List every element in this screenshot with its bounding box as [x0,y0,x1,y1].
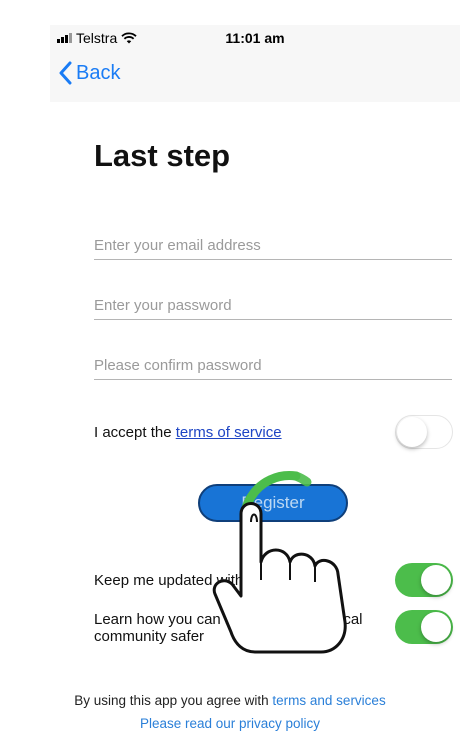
page-title: Last step [94,138,231,173]
register-button[interactable]: Register [198,484,348,522]
privacy-policy-link[interactable]: Please read our privacy policy [140,716,320,731]
toggle-knob [421,565,451,595]
status-time: 11:01 am [225,30,285,46]
chevron-left-icon [59,61,72,85]
updates-toggle[interactable] [395,563,453,597]
nav-bar: Back [50,51,460,102]
confirm-password-field[interactable] [94,351,452,380]
terms-prefix: I accept the [94,424,176,441]
back-label: Back [76,61,121,84]
agreement-text: By using this app you agree with terms a… [0,693,460,708]
terms-row: I accept the terms of service [94,424,282,441]
option-label-updates: Keep me updated with Swann [94,572,294,589]
toggle-knob [421,612,451,642]
option-label-community: Learn how you can help make your local c… [94,611,363,645]
agreement-prefix: By using this app you agree with [74,693,273,708]
privacy-policy-link-row: Please read our privacy policy [0,716,460,731]
community-toggle[interactable] [395,610,453,644]
password-field[interactable] [94,291,452,320]
toggle-knob [397,416,427,447]
email-field[interactable] [94,231,452,260]
status-bar: Telstra 11:01 am [50,25,460,51]
terms-and-services-link[interactable]: terms and services [272,693,385,708]
terms-of-service-link[interactable]: terms of service [176,424,282,441]
terms-toggle[interactable] [395,415,453,449]
back-button[interactable]: Back [58,61,120,85]
